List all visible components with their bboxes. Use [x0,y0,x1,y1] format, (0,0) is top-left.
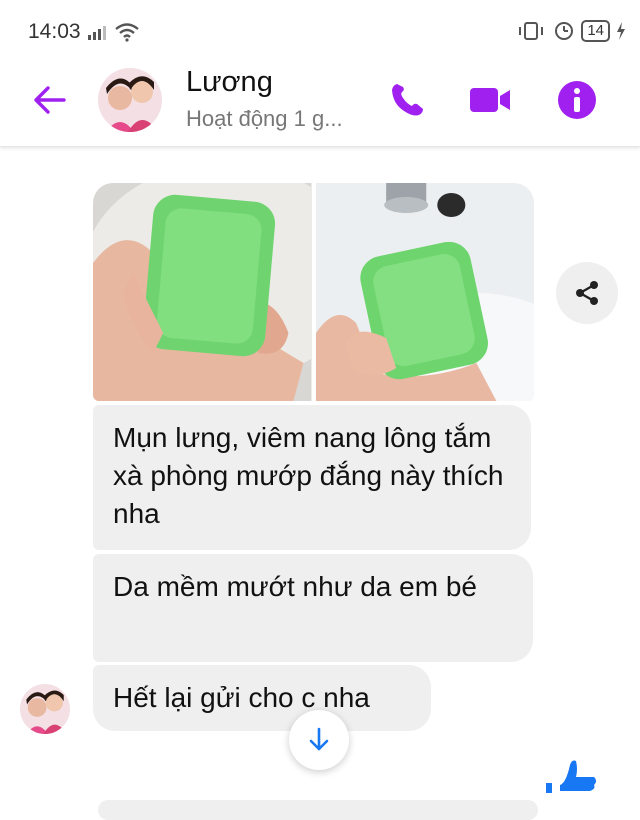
share-icon [576,281,598,305]
signal-icon [88,26,106,40]
video-camera-icon[interactable] [468,78,512,122]
phone-icon[interactable] [385,78,429,122]
status-right: 14 [517,20,626,42]
message-bubble[interactable]: Da mềm mướt như da em bé [93,554,533,662]
arrow-down-icon [309,727,329,751]
scroll-to-bottom-button[interactable] [289,710,349,770]
charging-icon [617,22,625,40]
info-icon[interactable] [555,78,599,122]
message-bubble[interactable]: Mụn lưng, viêm nang lông tắm xà phòng mư… [93,405,531,550]
share-button[interactable] [556,262,618,324]
chat-header: Lương Hoạt động 1 g... [0,60,640,147]
photo-soap-under-faucet[interactable] [315,183,535,401]
message-bubble[interactable]: Hết lại gửi cho c nha [93,665,431,731]
contact-status: Hoạt động 1 g... [186,106,343,131]
contact-name: Lương [186,66,273,98]
message-composer[interactable] [98,800,538,820]
thumbs-up-icon[interactable] [540,745,600,795]
avatar[interactable] [98,68,162,132]
alarm-icon [555,22,574,40]
photo-attachments[interactable] [93,183,534,401]
status-bar: 14:03 14 [0,0,640,60]
battery-indicator: 14 [581,20,610,42]
wifi-icon [115,23,139,42]
status-time: 14:03 [28,20,81,43]
sender-avatar[interactable] [20,684,70,734]
vibrate-icon [519,22,544,40]
arrow-left-icon[interactable] [30,82,70,118]
photo-soap-in-hand[interactable] [93,183,312,401]
